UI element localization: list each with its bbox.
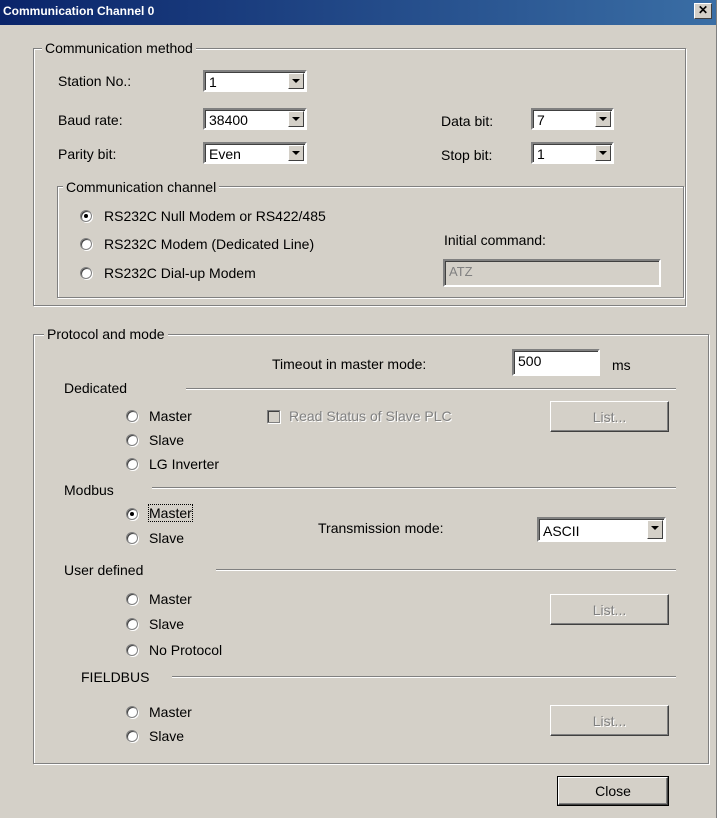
chevron-down-icon[interactable] xyxy=(595,111,611,127)
protocol-mode-legend: Protocol and mode xyxy=(44,326,168,342)
dial-up-modem-label[interactable]: RS232C Dial-up Modem xyxy=(104,265,256,281)
window-title: Communication Channel 0 xyxy=(3,4,155,18)
parity-bit-select[interactable]: Even xyxy=(203,142,307,164)
chevron-down-icon[interactable] xyxy=(595,145,611,161)
modbus-slave-label[interactable]: Slave xyxy=(149,530,184,546)
dedicated-section-label: Dedicated xyxy=(64,380,128,396)
radio-dedicated-master[interactable] xyxy=(126,410,138,422)
radio-modbus-slave[interactable] xyxy=(126,532,138,544)
radio-fieldbus-slave[interactable] xyxy=(126,730,138,742)
timeout-label: Timeout in master mode: xyxy=(272,356,427,372)
fieldbus-section-label: FIELDBUS xyxy=(81,669,150,685)
communication-method-legend: Communication method xyxy=(42,40,196,56)
radio-dedicated-slave[interactable] xyxy=(126,434,138,446)
radio-dedicated-line-modem[interactable] xyxy=(80,238,92,250)
initial-command-value: ATZ xyxy=(449,264,473,279)
communication-channel-dialog: Communication Channel 0 ✕ Communication … xyxy=(0,0,717,818)
station-no-select[interactable]: 1 xyxy=(203,70,307,92)
stop-bit-select[interactable]: 1 xyxy=(531,142,614,164)
fieldbus-slave-label[interactable]: Slave xyxy=(149,728,184,744)
radio-user-master[interactable] xyxy=(126,593,138,605)
baud-rate-value: 38400 xyxy=(209,112,248,128)
dedicated-separator xyxy=(186,388,676,390)
user-defined-separator xyxy=(216,569,676,571)
data-bit-label: Data bit: xyxy=(441,113,494,129)
data-bit-value: 7 xyxy=(537,112,545,128)
fieldbus-master-label[interactable]: Master xyxy=(149,704,192,720)
modbus-master-label[interactable]: Master xyxy=(148,504,193,522)
initial-command-label: Initial command: xyxy=(444,232,546,248)
station-no-value: 1 xyxy=(209,74,217,90)
user-master-label[interactable]: Master xyxy=(149,591,192,607)
user-no-protocol-label[interactable]: No Protocol xyxy=(149,642,222,658)
radio-modbus-master[interactable] xyxy=(126,508,138,520)
chevron-down-icon[interactable] xyxy=(647,520,663,539)
radio-dial-up-modem[interactable] xyxy=(80,267,92,279)
radio-null-modem[interactable] xyxy=(80,210,92,222)
radio-user-no-protocol[interactable] xyxy=(126,644,138,656)
dedicated-list-label: List... xyxy=(592,408,627,425)
protocol-mode-group xyxy=(33,334,709,764)
baud-rate-label: Baud rate: xyxy=(58,112,123,128)
transmission-mode-value: ASCII xyxy=(543,523,580,539)
user-defined-section-label: User defined xyxy=(64,562,144,578)
radio-dedicated-lg-inverter[interactable] xyxy=(126,458,138,470)
initial-command-input[interactable]: ATZ xyxy=(443,259,661,287)
fieldbus-list-label: List... xyxy=(592,712,627,729)
chevron-down-icon[interactable] xyxy=(288,145,304,161)
fieldbus-list-button[interactable]: List... xyxy=(550,705,669,736)
parity-bit-value: Even xyxy=(209,146,241,162)
dedicated-master-label[interactable]: Master xyxy=(149,408,192,424)
radio-fieldbus-master[interactable] xyxy=(126,706,138,718)
chevron-down-icon[interactable] xyxy=(288,111,304,127)
timeout-unit: ms xyxy=(612,357,631,373)
title-bar[interactable]: Communication Channel 0 ✕ xyxy=(0,0,716,25)
timeout-value: 500 xyxy=(518,353,542,369)
read-status-checkbox[interactable] xyxy=(267,410,280,423)
close-button[interactable]: Close xyxy=(557,776,669,806)
user-defined-list-button[interactable]: List... xyxy=(550,594,669,625)
stop-bit-value: 1 xyxy=(537,146,545,162)
user-slave-label[interactable]: Slave xyxy=(149,616,184,632)
null-modem-label[interactable]: RS232C Null Modem or RS422/485 xyxy=(104,208,326,224)
communication-channel-legend: Communication channel xyxy=(63,179,220,195)
station-no-label: Station No.: xyxy=(58,73,132,89)
timeout-input[interactable]: 500 xyxy=(512,349,600,376)
parity-bit-label: Parity bit: xyxy=(58,146,117,162)
close-button-label: Close xyxy=(595,783,631,799)
read-status-label: Read Status of Slave PLC xyxy=(289,408,452,424)
dedicated-slave-label[interactable]: Slave xyxy=(149,432,184,448)
dedicated-lg-inverter-label[interactable]: LG Inverter xyxy=(149,456,219,472)
close-icon[interactable]: ✕ xyxy=(694,3,712,19)
radio-user-slave[interactable] xyxy=(126,618,138,630)
fieldbus-separator xyxy=(172,676,676,678)
modbus-separator xyxy=(152,487,676,489)
transmission-mode-select[interactable]: ASCII xyxy=(537,517,666,542)
chevron-down-icon[interactable] xyxy=(288,73,304,89)
dedicated-list-button[interactable]: List... xyxy=(550,401,669,432)
transmission-mode-label: Transmission mode: xyxy=(318,520,444,536)
data-bit-select[interactable]: 7 xyxy=(531,108,614,130)
user-defined-list-label: List... xyxy=(592,601,627,618)
modbus-section-label: Modbus xyxy=(64,482,114,498)
stop-bit-label: Stop bit: xyxy=(441,147,493,163)
dedicated-line-modem-label[interactable]: RS232C Modem (Dedicated Line) xyxy=(104,236,314,252)
baud-rate-select[interactable]: 38400 xyxy=(203,108,307,130)
